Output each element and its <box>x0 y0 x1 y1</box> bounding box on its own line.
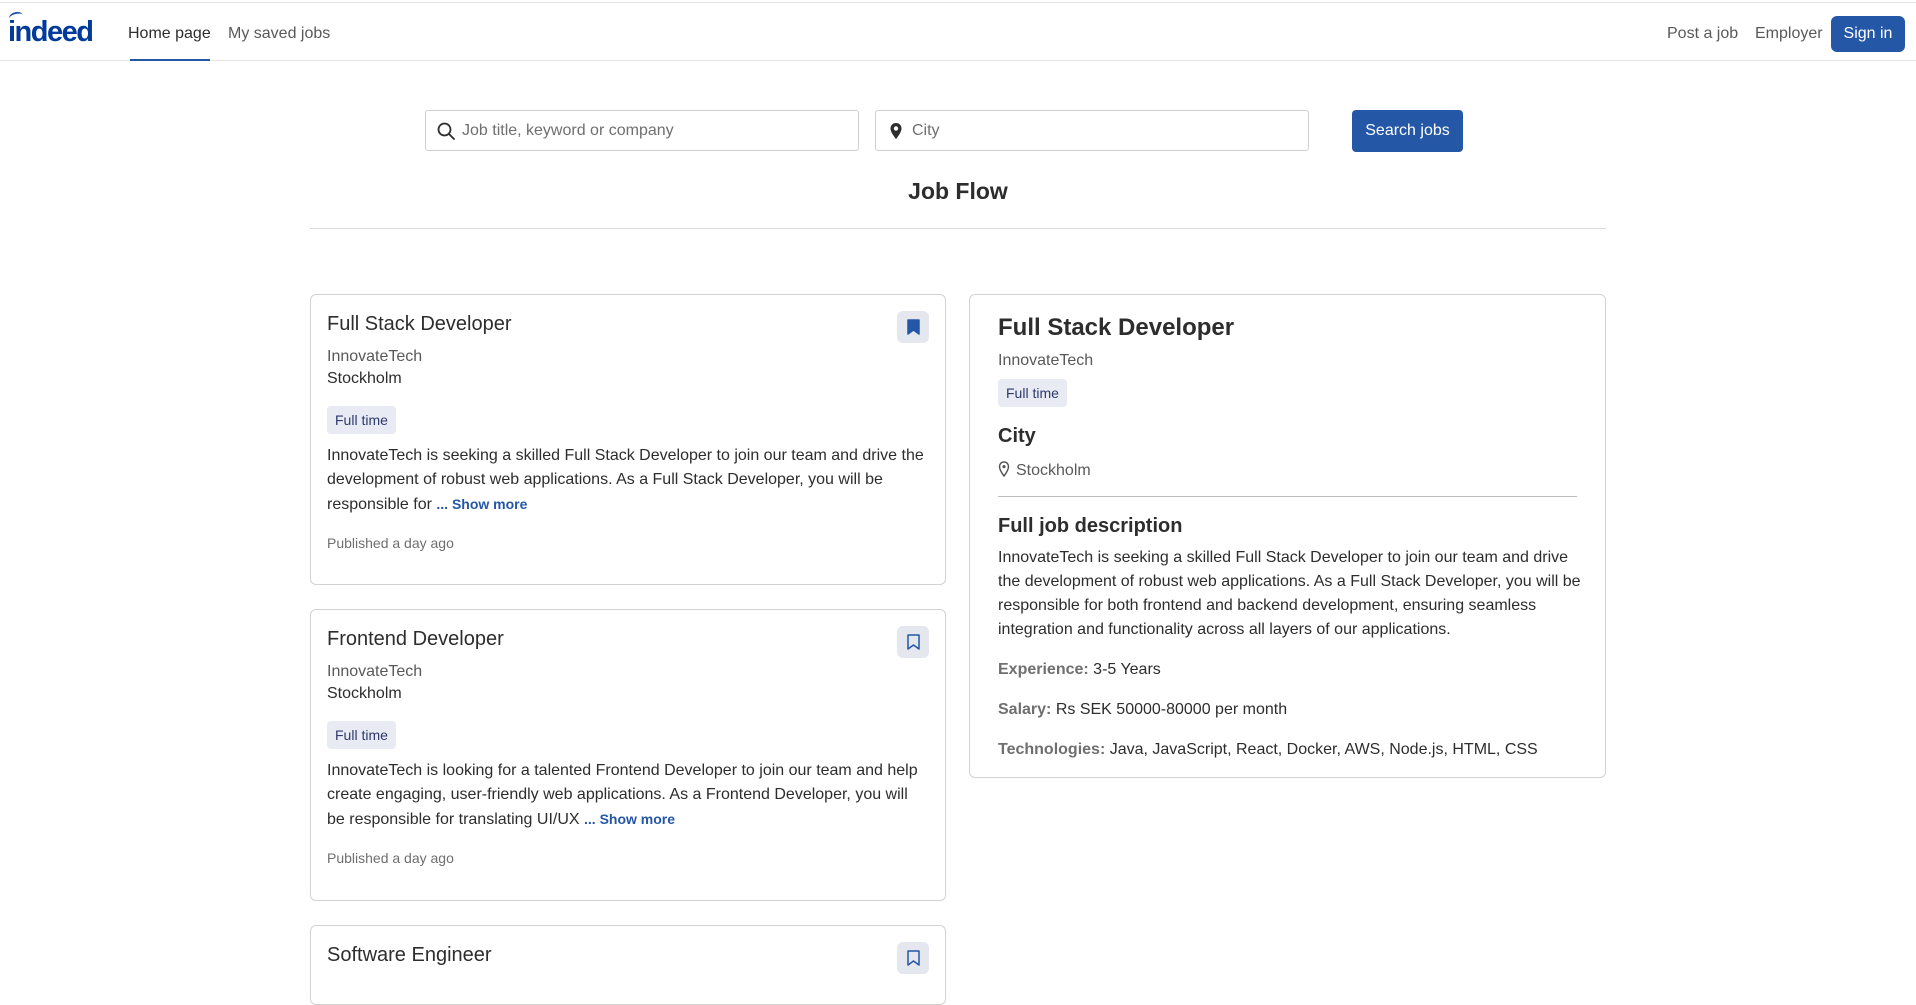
job-snippet-text: InnovateTech is seeking a skilled Full S… <box>327 447 924 513</box>
top-nav: indeed Home page My saved jobs Post a jo… <box>0 2 1916 61</box>
detail-title: Full Stack Developer <box>998 314 1235 341</box>
keyword-search-input[interactable]: Job title, keyword or company <box>425 110 859 151</box>
indeed-logo[interactable]: indeed <box>7 10 94 49</box>
job-snippet: InnovateTech is looking for a talented F… <box>327 759 927 832</box>
search-icon <box>437 122 455 140</box>
save-job-button[interactable] <box>897 942 929 974</box>
detail-description: InnovateTech is seeking a skilled Full S… <box>998 549 1581 638</box>
job-company: InnovateTech <box>327 663 423 680</box>
nav-active-indicator <box>130 59 210 61</box>
detail-company: InnovateTech <box>998 352 1094 369</box>
detail-description-heading: Full job description <box>998 515 1183 537</box>
sign-in-button[interactable]: Sign in <box>1831 16 1905 52</box>
search-jobs-button[interactable]: Search jobs <box>1352 110 1463 152</box>
bookmark-outline-icon <box>907 634 920 650</box>
location-pin-icon <box>887 122 905 140</box>
job-card[interactable]: Software Engineer <box>310 925 946 1005</box>
location-pin-icon <box>998 461 1010 478</box>
salary-label: Salary: <box>998 701 1052 718</box>
technologies-value: Java, JavaScript, React, Docker, AWS, No… <box>1109 741 1538 758</box>
job-title[interactable]: Frontend Developer <box>327 626 504 652</box>
detail-salary: Salary: Rs SEK 50000-80000 per month <box>998 699 1287 721</box>
bookmark-filled-icon <box>907 319 920 335</box>
job-snippet: InnovateTech is seeking a skilled Full S… <box>327 444 927 517</box>
show-more-link[interactable]: ... Show more <box>436 496 527 512</box>
technologies-label: Technologies: <box>998 741 1106 758</box>
city-placeholder: City <box>912 122 940 139</box>
job-card[interactable]: Full Stack Developer InnovateTech Stockh… <box>310 294 946 585</box>
job-card[interactable]: Frontend Developer InnovateTech Stockhol… <box>310 609 946 901</box>
show-more-link[interactable]: ... Show more <box>584 811 675 827</box>
experience-value: 3-5 Years <box>1093 661 1161 678</box>
experience-label: Experience: <box>998 661 1089 678</box>
detail-experience: Experience: 3-5 Years <box>998 659 1161 681</box>
job-city: Stockholm <box>327 370 402 387</box>
detail-technologies: Technologies: Java, JavaScript, React, D… <box>998 739 1538 761</box>
detail-divider <box>998 496 1577 497</box>
job-published: Published a day ago <box>327 535 454 551</box>
detail-city: Stockholm <box>998 459 1091 482</box>
detail-job-type-badge: Full time <box>998 379 1067 407</box>
city-search-input[interactable]: City <box>875 110 1309 151</box>
nav-saved-jobs[interactable]: My saved jobs <box>228 23 330 45</box>
save-job-button[interactable] <box>897 626 929 658</box>
job-title[interactable]: Software Engineer <box>327 942 492 968</box>
salary-value: Rs SEK 50000-80000 per month <box>1055 701 1288 718</box>
job-title[interactable]: Full Stack Developer <box>327 311 512 337</box>
nav-home[interactable]: Home page <box>128 23 211 45</box>
save-job-button[interactable] <box>897 311 929 343</box>
detail-city-heading: City <box>998 425 1036 447</box>
nav-employer[interactable]: Employer <box>1755 23 1823 45</box>
job-published: Published a day ago <box>327 850 454 866</box>
nav-post-job[interactable]: Post a job <box>1667 23 1738 45</box>
bookmark-outline-icon <box>907 950 920 966</box>
job-city: Stockholm <box>327 685 402 702</box>
job-detail-panel: Full Stack Developer InnovateTech Full t… <box>969 294 1606 778</box>
page-title: Job Flow <box>908 178 1008 204</box>
job-type-badge: Full time <box>327 721 396 749</box>
detail-city-text: Stockholm <box>1016 462 1091 479</box>
job-type-badge: Full time <box>327 406 396 434</box>
keyword-placeholder: Job title, keyword or company <box>462 122 674 139</box>
title-divider <box>310 228 1606 229</box>
job-company: InnovateTech <box>327 348 423 365</box>
